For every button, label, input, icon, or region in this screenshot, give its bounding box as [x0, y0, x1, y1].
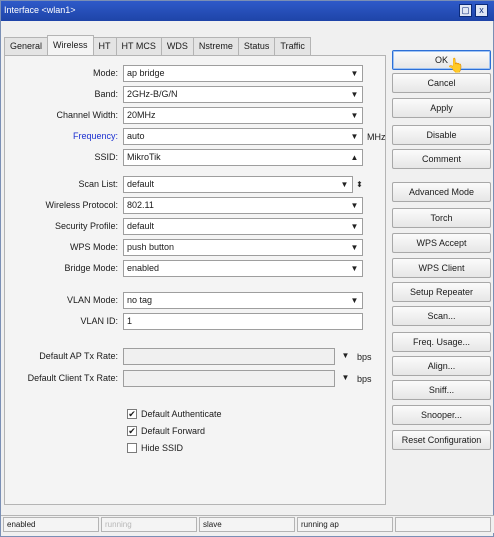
tab-general[interactable]: General: [4, 37, 49, 55]
security-profile-label: Security Profile:: [54, 221, 118, 231]
wireless-protocol-select[interactable]: 802.11: [123, 197, 363, 214]
sniff-button[interactable]: Sniff...: [392, 380, 491, 400]
band-dropdown-icon[interactable]: ▼: [348, 88, 361, 101]
apply-button[interactable]: Apply: [392, 98, 491, 118]
bridge-mode-dropdown-icon[interactable]: ▼: [348, 262, 361, 275]
default-ap-tx-rate-dropdown-icon[interactable]: ▼: [339, 349, 352, 362]
status-ap-state: running ap: [297, 517, 393, 532]
status-running: running: [101, 517, 197, 532]
ssid-input[interactable]: MikroTik: [123, 149, 363, 166]
cancel-button[interactable]: Cancel: [392, 73, 491, 93]
status-role: slave: [199, 517, 295, 532]
close-icon[interactable]: x: [475, 4, 488, 17]
security-profile-select[interactable]: default: [123, 218, 363, 235]
advanced-mode-button[interactable]: Advanced Mode: [392, 182, 491, 202]
ssid-collapse-icon[interactable]: ▲: [348, 151, 361, 164]
bridge-mode-label: Bridge Mode:: [64, 263, 118, 273]
wireless-panel: Mode: ap bridge ▼ Band: 2GHz-B/G/N ▼ Cha…: [4, 55, 386, 505]
torch-button[interactable]: Torch: [392, 208, 491, 228]
hide-ssid-checkbox[interactable]: [127, 443, 137, 453]
mouse-cursor-icon: 👆: [447, 57, 465, 73]
wireless-protocol-dropdown-icon[interactable]: ▼: [348, 199, 361, 212]
default-ap-tx-rate-unit: bps: [357, 352, 372, 362]
status-enabled: enabled: [3, 517, 99, 532]
frequency-unit: MHz: [367, 132, 386, 142]
default-forward-label: Default Forward: [141, 426, 206, 436]
channel-width-select[interactable]: 20MHz: [123, 107, 363, 124]
scan-list-updown-icon[interactable]: ⬍: [353, 178, 366, 191]
default-client-tx-rate-dropdown-icon[interactable]: ▼: [339, 371, 352, 384]
default-ap-tx-rate-input[interactable]: [123, 348, 335, 365]
default-client-tx-rate-unit: bps: [357, 374, 372, 384]
ok-button[interactable]: OK: [392, 50, 491, 70]
snooper-button[interactable]: Snooper...: [392, 405, 491, 425]
default-ap-tx-rate-label: Default AP Tx Rate:: [39, 351, 118, 361]
vlan-mode-dropdown-icon[interactable]: ▼: [348, 294, 361, 307]
vlan-mode-select[interactable]: no tag: [123, 292, 363, 309]
wps-accept-button[interactable]: WPS Accept: [392, 233, 491, 253]
mode-select[interactable]: ap bridge: [123, 65, 363, 82]
security-profile-dropdown-icon[interactable]: ▼: [348, 220, 361, 233]
tab-ht-mcs[interactable]: HT MCS: [115, 37, 162, 55]
scan-list-dropdown-icon[interactable]: ▼: [338, 178, 351, 191]
setup-repeater-button[interactable]: Setup Repeater: [392, 282, 491, 302]
vlan-id-input[interactable]: 1: [123, 313, 363, 330]
default-authenticate-label: Default Authenticate: [141, 409, 222, 419]
frequency-dropdown-icon[interactable]: ▼: [348, 130, 361, 143]
tab-wds[interactable]: WDS: [160, 37, 194, 55]
tab-ht[interactable]: HT: [92, 37, 117, 55]
scan-button[interactable]: Scan...: [392, 306, 491, 326]
default-client-tx-rate-input[interactable]: [123, 370, 335, 387]
default-authenticate-row[interactable]: ✔ Default Authenticate: [127, 407, 222, 421]
frequency-select[interactable]: auto: [123, 128, 363, 145]
band-label: Band:: [94, 89, 118, 99]
scan-list-label: Scan List:: [78, 179, 118, 189]
wireless-protocol-label: Wireless Protocol:: [45, 200, 118, 210]
tab-traffic[interactable]: Traffic: [274, 37, 311, 55]
hide-ssid-label: Hide SSID: [141, 443, 184, 453]
window-title: Interface <wlan1>: [4, 5, 76, 15]
vlan-mode-label: VLAN Mode:: [66, 295, 118, 305]
status-bar: enabled running slave running ap: [1, 515, 494, 533]
default-forward-checkbox[interactable]: ✔: [127, 426, 137, 436]
wps-mode-select[interactable]: push button: [123, 239, 363, 256]
default-forward-row[interactable]: ✔ Default Forward: [127, 424, 205, 438]
status-extra: [395, 517, 491, 532]
bridge-mode-select[interactable]: enabled: [123, 260, 363, 277]
hide-ssid-row[interactable]: Hide SSID: [127, 441, 183, 455]
wps-mode-label: WPS Mode:: [69, 242, 118, 252]
title-bar[interactable]: Interface <wlan1> ▢ x: [1, 1, 494, 21]
mode-label: Mode:: [92, 68, 118, 78]
wps-mode-dropdown-icon[interactable]: ▼: [348, 241, 361, 254]
channel-width-dropdown-icon[interactable]: ▼: [348, 109, 361, 122]
band-select[interactable]: 2GHz-B/G/N: [123, 86, 363, 103]
tab-nstreme[interactable]: Nstreme: [192, 37, 239, 55]
align-button[interactable]: Align...: [392, 356, 491, 376]
vlan-id-label: VLAN ID:: [80, 316, 118, 326]
wps-client-button[interactable]: WPS Client: [392, 258, 491, 278]
interface-window: Interface <wlan1> ▢ x General Wireless H…: [0, 0, 494, 537]
default-authenticate-checkbox[interactable]: ✔: [127, 409, 137, 419]
freq-usage-button[interactable]: Freq. Usage...: [392, 332, 491, 352]
tab-status[interactable]: Status: [237, 37, 276, 55]
tab-wireless[interactable]: Wireless: [47, 35, 94, 55]
ssid-label: SSID:: [94, 152, 118, 162]
channel-width-label: Channel Width:: [56, 110, 118, 120]
maximize-icon[interactable]: ▢: [459, 4, 472, 17]
frequency-label: Frequency:: [72, 131, 118, 141]
comment-button[interactable]: Comment: [392, 149, 491, 169]
default-client-tx-rate-label: Default Client Tx Rate:: [27, 373, 118, 383]
tab-bar: General Wireless HT HT MCS WDS Nstreme S…: [4, 35, 311, 55]
disable-button[interactable]: Disable: [392, 125, 491, 145]
mode-dropdown-icon[interactable]: ▼: [348, 67, 361, 80]
reset-configuration-button[interactable]: Reset Configuration: [392, 430, 491, 450]
scan-list-select[interactable]: default: [123, 176, 353, 193]
